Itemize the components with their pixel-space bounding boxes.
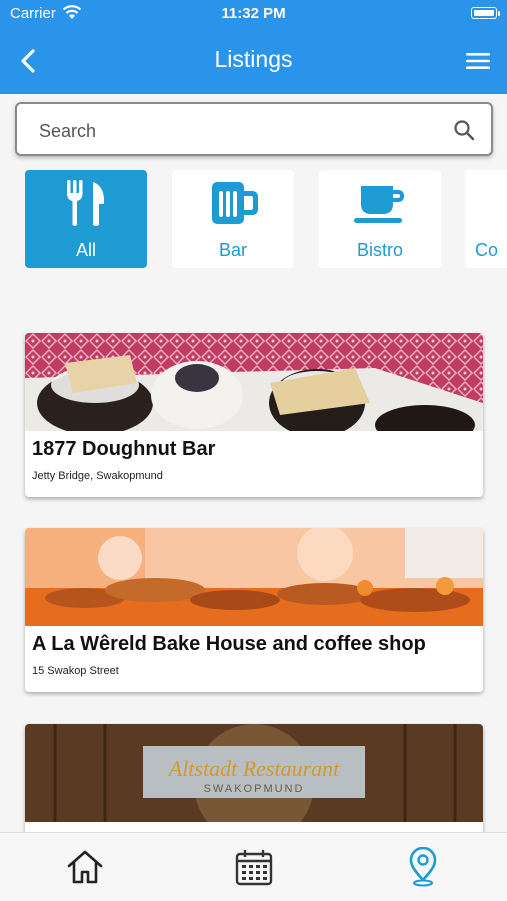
utensils-icon: [67, 180, 105, 226]
search-icon[interactable]: [453, 119, 475, 141]
search-input[interactable]: [37, 116, 441, 146]
restaurant-sign-subtext: SWAKOPMUND: [204, 783, 305, 795]
category-strip[interactable]: All Bar Bistro Co: [0, 170, 507, 270]
category-label: Bistro: [356, 240, 403, 260]
nav-bar: Listings: [0, 28, 507, 94]
restaurant-sign-text: Altstadt Restaurant: [167, 756, 340, 781]
battery-icon: [471, 7, 497, 19]
page-title: Listings: [214, 46, 293, 72]
category-bistro[interactable]: Bistro: [319, 170, 441, 268]
listing-address: 15 Swakop Street: [32, 665, 119, 677]
beer-mug-icon: [212, 182, 258, 224]
category-label: Co: [475, 240, 499, 260]
category-bar[interactable]: Bar: [172, 170, 294, 268]
listing-name: A La Wêreld Bake House and coffee shop: [32, 633, 426, 655]
calendar-icon[interactable]: [234, 847, 274, 887]
listing-card[interactable]: A La Wêreld Bake House and coffee shop 1…: [25, 528, 483, 692]
clock: 11:32 PM: [221, 5, 286, 22]
battery-tip: [498, 11, 500, 16]
category-coffee[interactable]: Co: [465, 170, 507, 268]
coffee-cup-icon: [354, 186, 404, 223]
listing-name: 1877 Doughnut Bar: [32, 438, 216, 460]
status-bar: Carrier 11:32 PM: [0, 0, 507, 28]
listing-photo: [25, 528, 483, 626]
listing-photo: [25, 333, 483, 431]
listing-address: Jetty Bridge, Swakopmund: [32, 470, 163, 482]
category-all[interactable]: All: [25, 170, 147, 268]
map-pin-icon[interactable]: [403, 847, 443, 887]
category-label: Bar: [218, 240, 247, 260]
listing-photo: Altstadt Restaurant SWAKOPMUND: [25, 724, 483, 822]
tab-bar: [0, 832, 507, 901]
category-label: All: [75, 240, 96, 260]
hamburger-menu-icon[interactable]: [465, 50, 491, 72]
listing-card[interactable]: 1877 Doughnut Bar Jetty Bridge, Swakopmu…: [25, 333, 483, 497]
home-icon[interactable]: [65, 847, 105, 887]
search-bar[interactable]: [15, 102, 493, 156]
